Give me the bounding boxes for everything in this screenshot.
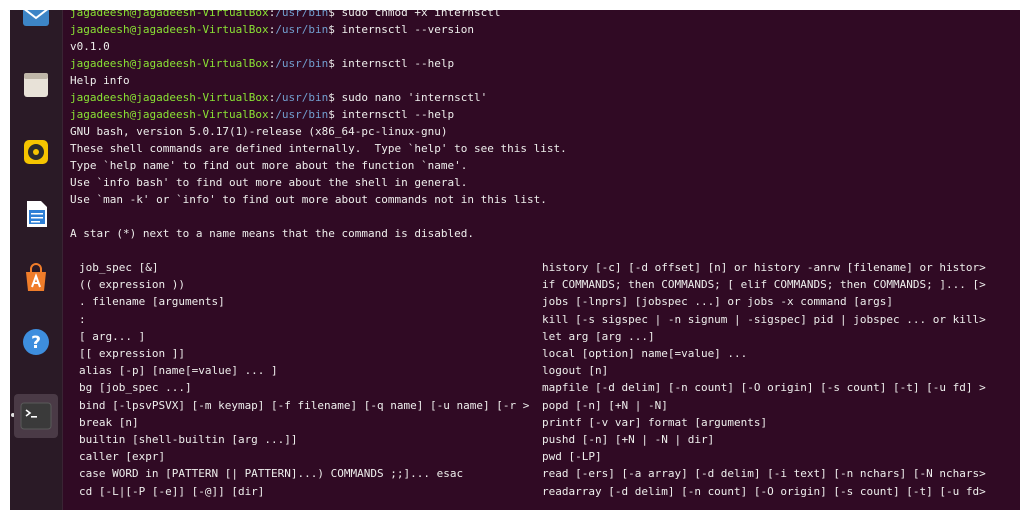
output-line: v0.1.0 (70, 40, 110, 53)
prompt-line: jagadeesh@jagadeesh-VirtualBox:/usr/bin$… (70, 10, 501, 21)
svg-text:?: ? (31, 333, 41, 353)
prompt-line: jagadeesh@jagadeesh-VirtualBox:/usr/bin$… (70, 23, 474, 36)
software-center-icon (26, 263, 46, 291)
dock-item-rhythmbox[interactable] (18, 134, 54, 170)
builtin-entry: read [-ers] [-a array] [-d delim] [-i te… (542, 467, 986, 481)
builtin-entry: history [-c] [-d offset] [n] or history … (542, 261, 986, 274)
launcher-dock: ? (10, 10, 63, 510)
builtin-entry: let arg [arg ...] (542, 329, 655, 343)
dock-item-files[interactable] (18, 66, 54, 102)
builtin-entry: job_spec [&] (79, 261, 159, 274)
files-icon (24, 73, 48, 97)
dock-item-software-center[interactable] (18, 260, 54, 296)
builtin-entry: kill [-s sigspec | -n signum | -sigspec]… (542, 312, 986, 326)
terminal-window[interactable]: jagadeesh@jagadeesh-VirtualBox:/usr/bin$… (64, 10, 1020, 510)
builtin-entry: bg [job_spec ...] (79, 381, 192, 395)
rhythmbox-icon (24, 140, 48, 164)
builtin-entry: jobs [-lnprs] [jobspec ...] or jobs -x c… (542, 295, 893, 309)
builtin-entry: local [option] name[=value] ... (542, 347, 748, 360)
dock-item-thunderbird[interactable] (18, 10, 54, 34)
builtin-entry: readarray [-d delim] [-n count] [-O orig… (542, 484, 986, 498)
libreoffice-writer-icon (27, 201, 47, 227)
builtin-entry: case WORD in [PATTERN [| PATTERN]...) CO… (79, 467, 464, 481)
prompt-line: jagadeesh@jagadeesh-VirtualBox:/usr/bin$… (70, 91, 488, 104)
builtin-entry: : (79, 312, 86, 326)
builtin-entry: mapfile [-d delim] [-n count] [-O origin… (542, 381, 986, 395)
bash-info-line: A star (*) next to a name means that the… (70, 227, 474, 240)
builtin-entry: [[ expression ]] (79, 347, 185, 360)
command-text: internsctl --help (341, 108, 455, 121)
dock-item-libreoffice-writer[interactable] (18, 196, 54, 232)
thunderbird-icon (23, 10, 49, 26)
builtin-entry: [ arg... ] (79, 329, 146, 343)
builtin-entry: builtin [shell-builtin [arg ...]] (79, 433, 298, 446)
builtin-entry: . filename [arguments] (79, 295, 225, 309)
builtin-entry: caller [expr] (79, 450, 166, 464)
bash-info-line: Use `man -k' or `info' to find out more … (70, 193, 547, 206)
terminal-icon (20, 402, 52, 430)
builtin-entry: (( expression )) (79, 278, 185, 292)
builtin-entry: if COMMANDS; then COMMANDS; [ elif COMMA… (542, 278, 986, 292)
output-line: Help info (70, 74, 130, 87)
command-text: internsctl --help (341, 57, 455, 70)
builtin-entry: alias [-p] [name[=value] ... ] (79, 364, 278, 378)
builtin-entry: printf [-v var] format [arguments] (542, 415, 768, 429)
command-text: sudo chmod +x internsctl (341, 10, 501, 19)
builtin-entry: bind [-lpsvPSVX] [-m keymap] [-f filenam… (79, 398, 530, 412)
builtin-entry: popd [-n] [+N | -N] (542, 398, 668, 412)
builtin-entry: break [n] (79, 415, 139, 429)
command-text: internsctl --version (341, 23, 474, 36)
dock-item-terminal[interactable] (14, 394, 58, 438)
builtin-entry: pwd [-LP] (542, 450, 602, 464)
bash-info-line: Use `info bash' to find out more about t… (70, 176, 468, 189)
help-icon: ? (23, 329, 49, 355)
bash-info-line: GNU bash, version 5.0.17(1)-release (x86… (70, 125, 448, 138)
bash-info-line: Type `help name' to find out more about … (70, 159, 468, 172)
command-text: sudo nano 'internsctl' (341, 91, 488, 104)
dock-item-help[interactable]: ? (18, 324, 54, 360)
builtin-entry: cd [-L|[-P [-e]] [-@]] [dir] (79, 484, 265, 498)
builtin-entry: pushd [-n] [+N | -N | dir] (542, 433, 715, 446)
bash-info-line: These shell commands are defined interna… (70, 142, 567, 155)
prompt-line: jagadeesh@jagadeesh-VirtualBox:/usr/bin$… (70, 108, 455, 121)
builtin-entry: logout [n] (542, 364, 609, 378)
prompt-line: jagadeesh@jagadeesh-VirtualBox:/usr/bin$… (70, 57, 455, 70)
desktop-screen: ? jagadeesh@jagadeesh-VirtualBox:/usr/bi… (10, 10, 1020, 510)
